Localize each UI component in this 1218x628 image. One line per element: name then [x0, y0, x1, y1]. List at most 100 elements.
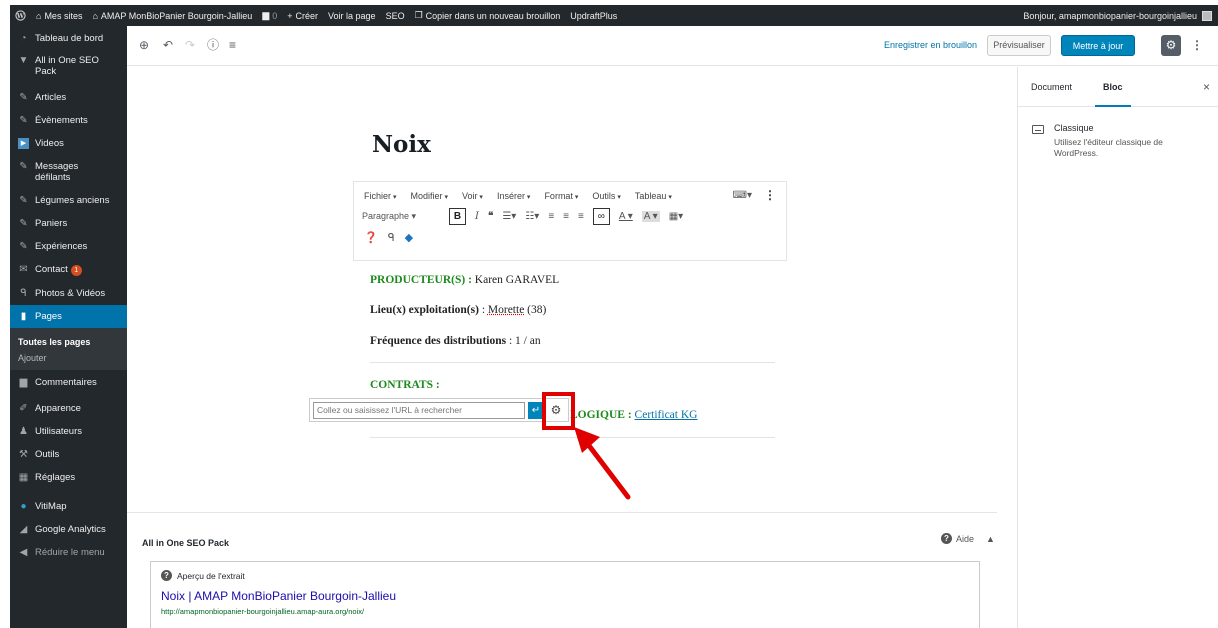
table-icon[interactable]: ▦▾	[669, 211, 683, 222]
text-color-icon[interactable]: A ▾	[619, 211, 633, 222]
wordpress-logo-button[interactable]: W	[10, 5, 31, 26]
snippet-preview-label: Aperçu de l'extrait	[177, 570, 245, 581]
mce-format-row: Paragraphe ▾ B I ❝ ☰▾ ☷▾ ≡ ≡ ≡ ∞ A ▾ A ▾…	[354, 201, 786, 225]
menu-table[interactable]: Tableau	[635, 191, 672, 201]
snippet-title: Noix | AMAP MonBioPanier Bourgoin-Jallie…	[161, 589, 397, 603]
menu-view[interactable]: Voir	[462, 191, 483, 201]
sidebar-item-aioseo[interactable]: ▼ All in One SEO Pack	[10, 50, 127, 85]
submenu-all-pages[interactable]: Toutes les pages	[18, 334, 127, 350]
link-icon[interactable]: ∞	[592, 208, 610, 225]
menu-format[interactable]: Format	[544, 191, 578, 201]
preview-button[interactable]: Prévisualiser	[987, 35, 1051, 56]
arrow-shaft	[581, 436, 631, 500]
media-icon[interactable]: ᑫ	[388, 231, 395, 244]
more-options-icon[interactable]: ⋮	[1191, 38, 1203, 52]
updraft-label: UpdraftPlus	[570, 10, 618, 21]
site-name-menu[interactable]: ⌂ AMAP MonBioPanier Bourgoin-Jallieu	[87, 5, 257, 26]
account-menu[interactable]: Bonjour, amapmonbiopanier-bourgoinjallie…	[1023, 10, 1218, 21]
pin-icon: ✎	[19, 218, 28, 229]
redo-icon[interactable]: ↷	[185, 39, 195, 51]
my-sites-menu[interactable]: ⌂ Mes sites	[31, 5, 87, 26]
align-center-icon[interactable]: ≡	[563, 211, 569, 222]
sidebar-item-baskets[interactable]: ✎ Paniers	[10, 212, 127, 235]
arrow-head	[574, 427, 600, 453]
numbered-list-icon[interactable]: ☷▾	[525, 211, 539, 222]
more-options-icon[interactable]: ⋮	[764, 188, 776, 202]
sidebar-item-tools[interactable]: ⚒ Outils	[10, 443, 127, 466]
certificate-link[interactable]: Certificat KG	[635, 409, 698, 421]
italic-icon[interactable]: I	[475, 211, 479, 222]
sidebar-item-pages[interactable]: ▮ Pages	[10, 305, 127, 328]
update-button[interactable]: Mettre à jour	[1061, 35, 1135, 56]
menu-file[interactable]: Fichier	[364, 191, 396, 201]
place-line: Lieu(x) exploitation(s) : Morette (38)	[370, 304, 546, 316]
sidebar-item-messages[interactable]: ✎ Messages défilants	[10, 155, 127, 189]
copy-draft-link[interactable]: ❐ Copier dans un nouveau brouillon	[410, 5, 566, 26]
bullet-list-icon[interactable]: ☰▾	[502, 211, 516, 222]
tab-block[interactable]: Bloc	[1095, 82, 1130, 107]
link-url-input[interactable]	[313, 401, 525, 419]
menu-insert[interactable]: Insérer	[497, 191, 530, 201]
settings-sidebar: Document Bloc × Classique Utilisez l'édi…	[1017, 67, 1218, 628]
collapse-arrow-icon[interactable]: ▲	[986, 534, 995, 544]
cube-icon[interactable]: ◆	[405, 231, 413, 244]
collapse-menu-button[interactable]: ◀ Réduire le menu	[10, 541, 127, 564]
home-icon: ⌂	[92, 10, 98, 21]
producer-label: PRODUCTEUR(S) :	[370, 274, 472, 286]
post-title[interactable]: Noix	[372, 131, 431, 158]
sidebar-item-settings[interactable]: ▦ Réglages	[10, 466, 127, 489]
format-select[interactable]: Paragraphe ▾	[362, 211, 440, 222]
sidebar-item-vitimap[interactable]: ● VitiMap	[10, 489, 127, 518]
comments-link[interactable]: ▆ 0	[257, 5, 282, 26]
plus-icon: +	[287, 10, 293, 21]
frequency-value: : 1 / an	[506, 335, 541, 347]
menu-tools[interactable]: Outils	[592, 191, 620, 201]
sidebar-item-appearance[interactable]: ✐ Apparence	[10, 396, 127, 420]
keyboard-icon[interactable]: ⌨▾	[733, 190, 752, 201]
pin-icon: ✎	[19, 161, 28, 172]
sidebar-item-videos[interactable]: ▶ Videos	[10, 132, 127, 155]
shield-icon: ▼	[18, 55, 29, 66]
sidebar-item-dashboard[interactable]: ◔ Tableau de bord	[10, 26, 127, 50]
quote-icon[interactable]: ❝	[488, 211, 493, 222]
align-left-icon[interactable]: ≡	[548, 211, 554, 222]
sidebar-item-comments[interactable]: ▆ Commentaires	[10, 370, 127, 396]
help-toggle[interactable]: ? Aide ▲	[941, 533, 995, 544]
settings-gear-icon[interactable]: ⚙	[1161, 35, 1181, 56]
sidebar-item-photos[interactable]: ᑫ Photos & Vidéos	[10, 282, 127, 305]
sidebar-item-label: VitiMap	[35, 501, 67, 512]
add-block-icon[interactable]: ⊕	[139, 39, 149, 51]
align-right-icon[interactable]: ≡	[578, 211, 584, 222]
sidebar-item-experiences[interactable]: ✎ Expériences	[10, 235, 127, 258]
sidebar-item-contact[interactable]: ✉ Contact 1	[10, 258, 127, 282]
background-color-icon[interactable]: A ▾	[641, 211, 660, 222]
close-icon[interactable]: ×	[1203, 80, 1210, 94]
sidebar-item-events[interactable]: ✎ Évènements	[10, 109, 127, 132]
admin-bar: W ⌂ Mes sites ⌂ AMAP MonBioPanier Bourgo…	[10, 5, 1218, 26]
updraft-menu[interactable]: UpdraftPlus	[565, 5, 622, 26]
divider	[370, 362, 775, 363]
sidebar-item-label: Outils	[35, 449, 60, 460]
view-page-link[interactable]: Voir la page	[323, 5, 381, 26]
help-icon[interactable]: ❓	[364, 231, 378, 244]
sidebar-item-label: Paniers	[35, 218, 68, 229]
undo-icon[interactable]: ↶	[163, 39, 173, 51]
menu-edit[interactable]: Modifier	[410, 191, 447, 201]
sidebar-item-vegetables[interactable]: ✎ Légumes anciens	[10, 189, 127, 212]
tab-document[interactable]: Document	[1031, 82, 1072, 92]
seo-menu[interactable]: SEO	[381, 5, 410, 26]
save-draft-button[interactable]: Enregistrer en brouillon	[884, 40, 977, 50]
info-icon[interactable]: ⓘ	[207, 39, 219, 51]
sidebar-item-users[interactable]: ♟ Utilisateurs	[10, 420, 127, 443]
sidebar-item-analytics[interactable]: ◢ Google Analytics	[10, 518, 127, 541]
submenu-add[interactable]: Ajouter	[18, 350, 127, 366]
comment-icon: ▆	[262, 10, 270, 20]
avatar	[1202, 10, 1212, 21]
place-suffix: (38)	[524, 304, 547, 316]
frequency-line: Fréquence des distributions : 1 / an	[370, 335, 541, 347]
bold-icon[interactable]: B	[449, 208, 466, 225]
block-navigation-icon[interactable]: ≡	[229, 39, 236, 51]
users-icon: ♟	[19, 426, 28, 437]
create-menu[interactable]: + Créer	[282, 5, 323, 26]
sidebar-item-articles[interactable]: ✎ Articles	[10, 85, 127, 109]
